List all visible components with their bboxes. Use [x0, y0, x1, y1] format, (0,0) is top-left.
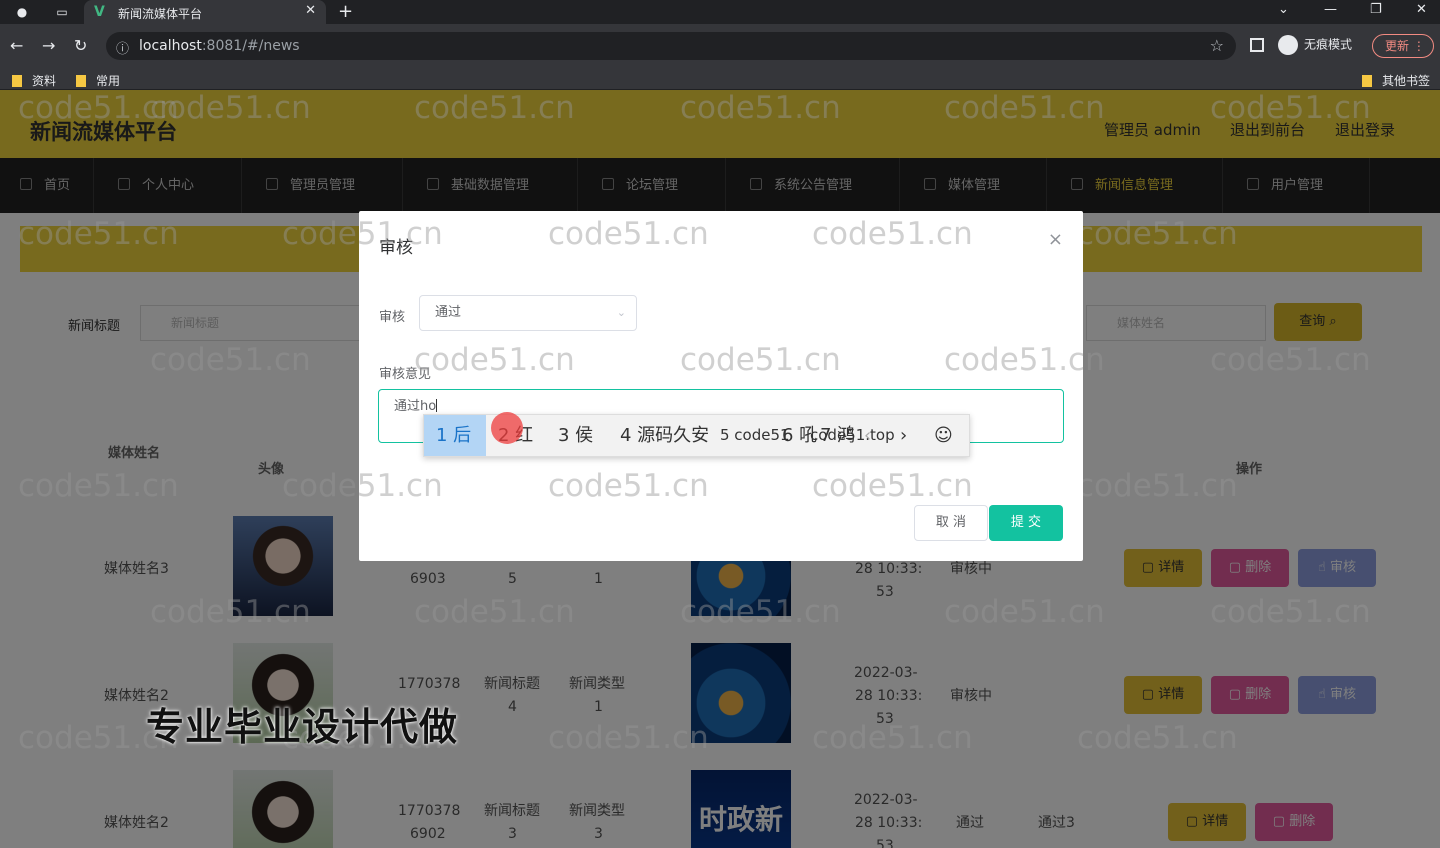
opinion-label: 审核意见	[379, 367, 432, 382]
audit-select-value: 通过	[435, 305, 462, 320]
ime-candidate[interactable]: 7 鸿	[820, 415, 855, 456]
tab-search-icon[interactable]: ▭	[54, 4, 70, 20]
close-window-icon[interactable]: ✕	[1416, 2, 1427, 17]
forward-icon[interactable]: →	[42, 36, 55, 56]
bookmark-star-icon[interactable]: ☆	[1210, 36, 1224, 55]
ad-overlay-text: 专业毕业设计代做	[146, 705, 459, 749]
chevron-down-icon: ⌄	[616, 306, 626, 319]
chevron-right-icon[interactable]: ›	[900, 415, 907, 456]
screen: ● ▭ V 新闻流媒体平台 ✕ + ⌄ — ❐ ✕ ← → ↻ ⓘ localh…	[0, 0, 1440, 848]
web-page: 新闻流媒体平台 管理员 admin 退出到前台 退出登录 首页 个人中心 管理员…	[0, 90, 1440, 848]
other-bookmarks[interactable]: 其他书签	[1362, 72, 1430, 89]
update-button[interactable]: 更新 ⋮	[1372, 34, 1434, 58]
folder-icon	[1362, 75, 1372, 87]
cancel-button[interactable]: 取 消	[914, 505, 988, 541]
folder-icon	[76, 75, 86, 87]
back-icon[interactable]: ←	[10, 36, 23, 56]
submit-button[interactable]: 提 交	[989, 505, 1063, 541]
dialog-title: 审核	[379, 238, 413, 258]
bookmark-folder-2[interactable]: 常用	[76, 72, 120, 89]
ime-candidate[interactable]: 5 code51	[720, 415, 790, 456]
text-caret	[436, 399, 438, 412]
opinion-text: 通过ho	[394, 399, 437, 414]
update-label: 更新	[1385, 39, 1410, 53]
restore-icon[interactable]: ❐	[1370, 2, 1382, 17]
ime-candidate[interactable]: 4 源码久安	[620, 415, 709, 456]
url-host: localhost	[139, 38, 202, 54]
browser-logo-icon[interactable]: ●	[14, 4, 30, 20]
audit-dialog: 审核 × 审核 通过 ⌄ 审核意见 通过ho 取 消 提 交	[359, 211, 1083, 561]
ime-candidate[interactable]: 1 后	[424, 415, 486, 456]
browser-tab[interactable]: V 新闻流媒体平台 ✕	[84, 0, 326, 24]
close-icon[interactable]: ×	[1048, 229, 1063, 250]
tab-dropdown-icon[interactable]: ⌄	[1278, 2, 1289, 17]
incognito-indicator[interactable]: 无痕模式	[1278, 35, 1352, 55]
site-info-icon[interactable]: ⓘ	[116, 38, 129, 57]
tab-title: 新闻流媒体平台	[118, 7, 203, 21]
other-bookmarks-label: 其他书签	[1382, 74, 1431, 88]
bookmark-label: 资料	[32, 74, 57, 88]
bookmark-folder-1[interactable]: 资料	[12, 72, 56, 89]
bookmark-label: 常用	[96, 74, 121, 88]
reload-icon[interactable]: ↻	[74, 36, 87, 56]
mouse-cursor-highlight	[491, 412, 523, 444]
ime-candidate[interactable]: 3 侯	[558, 415, 593, 456]
tab-close-icon[interactable]: ✕	[305, 3, 316, 18]
emoji-icon[interactable]: ☺	[934, 415, 953, 456]
browser-toolbar: ← → ↻ ⓘ localhost:8081/#/news ☆ 无痕模式 更新 …	[0, 24, 1440, 68]
bookmark-bar: 资料 常用 其他书签	[0, 68, 1440, 90]
incognito-label: 无痕模式	[1304, 37, 1353, 52]
folder-icon	[12, 75, 22, 87]
audit-select-label: 审核	[379, 310, 406, 325]
incognito-icon	[1278, 35, 1298, 55]
url-text: localhost:8081/#/news	[139, 38, 300, 54]
minimize-icon[interactable]: —	[1324, 2, 1337, 17]
browser-tab-bar: ● ▭ V 新闻流媒体平台 ✕ + ⌄ — ❐ ✕	[0, 0, 1440, 24]
vue-favicon-icon: V	[94, 4, 105, 20]
new-tab-icon[interactable]: +	[338, 1, 353, 22]
audit-select[interactable]: 通过 ⌄	[419, 295, 637, 331]
chevron-left-icon[interactable]: ‹	[864, 415, 871, 456]
url-path: :8081/#/news	[201, 38, 300, 54]
side-panel-icon[interactable]	[1250, 38, 1264, 52]
address-bar[interactable]: ⓘ localhost:8081/#/news ☆	[106, 32, 1236, 60]
